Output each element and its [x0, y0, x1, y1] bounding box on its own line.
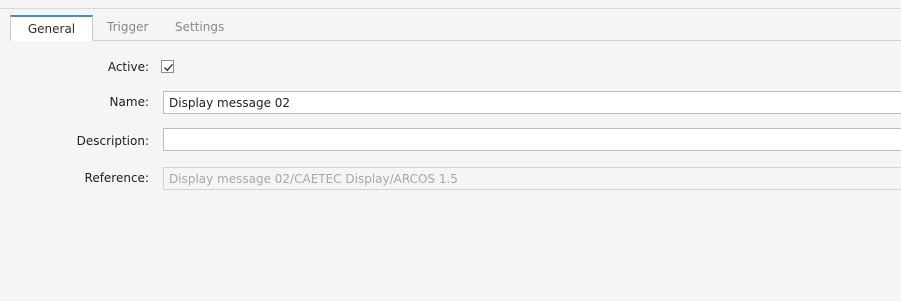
tab-general[interactable]: General	[10, 15, 93, 41]
name-input[interactable]	[163, 91, 901, 114]
reference-label: Reference:	[84, 171, 149, 185]
checkmark-icon	[164, 63, 174, 72]
description-input[interactable]	[163, 128, 901, 151]
tab-trigger[interactable]: Trigger	[107, 15, 148, 41]
description-label: Description:	[76, 134, 149, 148]
name-label: Name:	[109, 95, 149, 109]
active-checkbox[interactable]	[161, 60, 174, 73]
general-form: Active: Name: Description: Reference:	[0, 41, 901, 301]
reference-input[interactable]	[163, 167, 901, 190]
tab-strip: General Trigger Settings	[10, 14, 901, 41]
top-divider	[0, 8, 901, 9]
active-label: Active:	[107, 60, 149, 74]
tab-settings[interactable]: Settings	[175, 15, 224, 41]
